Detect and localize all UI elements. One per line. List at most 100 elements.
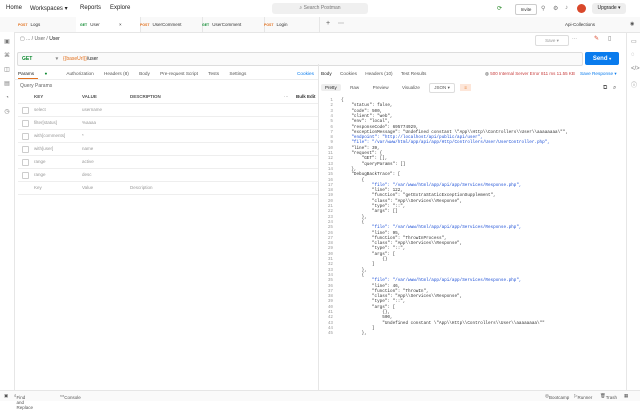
tab-response-cookies[interactable]: Cookies <box>340 71 357 76</box>
tab-response-body[interactable]: Body <box>321 71 332 76</box>
edit-icon[interactable]: ✎ <box>594 35 599 42</box>
trash-button[interactable]: 🗑 Trash <box>600 393 617 400</box>
gear-icon[interactable]: ⚙ <box>553 5 558 12</box>
history-icon[interactable]: ◷ <box>3 108 11 116</box>
grid-icon[interactable]: ▦ <box>624 393 628 399</box>
save-button[interactable]: Save ▾ <box>535 35 569 46</box>
pane-divider[interactable] <box>318 64 319 390</box>
tab-params[interactable]: Params ● <box>18 71 56 76</box>
info-icon[interactable]: ⓘ <box>631 80 637 89</box>
bell-icon[interactable]: ♪ <box>565 5 568 11</box>
tab-test-results[interactable]: Test Results <box>401 71 427 76</box>
save-response-button[interactable]: Save Response ▾ <box>580 71 617 77</box>
params-active-indicator <box>18 78 38 79</box>
nav-reports[interactable]: Reports <box>80 5 101 11</box>
method-select[interactable]: GET ▾ <box>22 56 58 62</box>
params-table: KEY VALUE DESCRIPTION ⋯ Bulk Edit select… <box>18 91 318 195</box>
add-tab-button[interactable]: + <box>326 20 330 27</box>
params-underline <box>14 79 318 80</box>
avatar[interactable] <box>577 4 586 13</box>
table-row: range active <box>18 156 318 169</box>
tab-headers[interactable]: Headers (8) <box>104 71 129 76</box>
request-icon: ▢ <box>20 36 25 42</box>
tab-tests[interactable]: Tests <box>208 71 219 76</box>
tab-logs[interactable]: POST Logs <box>14 17 81 32</box>
tab-body[interactable]: Body <box>139 71 150 76</box>
right-sidebar: ▭ ◌ </> ⓘ <box>626 32 640 390</box>
code-icon[interactable]: </> <box>631 66 640 72</box>
apis-icon[interactable]: ⌘ <box>3 52 11 60</box>
satellite-icon[interactable]: ⚲ <box>541 5 545 12</box>
tab-user[interactable]: GET User × <box>76 17 141 32</box>
tab-settings[interactable]: Settings <box>229 71 246 76</box>
nav-workspaces[interactable]: Workspaces ▾ <box>30 5 68 12</box>
param-checkbox[interactable] <box>22 146 29 153</box>
nav-home[interactable]: Home <box>6 5 22 11</box>
environment-select[interactable]: Api-Collections <box>565 22 595 27</box>
table-row-new: Key Value Description <box>18 182 318 195</box>
breadcrumb-current[interactable]: User <box>49 36 60 42</box>
copy-icon[interactable]: ⧉ <box>603 85 607 92</box>
param-checkbox[interactable] <box>22 159 29 166</box>
tab-response-headers[interactable]: Headers (10) <box>365 71 392 76</box>
search-icon: ⌕ <box>299 5 303 11</box>
documentation-icon[interactable]: ▭ <box>631 38 637 45</box>
bulk-edit-button[interactable]: Bulk Edit <box>296 91 316 103</box>
param-checkbox[interactable] <box>22 107 29 114</box>
tab-authorization[interactable]: Authorization <box>66 71 93 76</box>
bootcamp-button[interactable]: ◎ Bootcamp <box>545 393 569 400</box>
left-sidebar: ▣ ⌘ ◫ ▤ ◔ ◷ <box>0 32 15 390</box>
view-preview[interactable]: Preview <box>369 84 393 91</box>
view-pretty[interactable]: Pretty <box>321 84 341 91</box>
tab-pre-request-script[interactable]: Pre-request Script <box>160 71 198 76</box>
send-button[interactable]: Send ▾ <box>585 52 619 65</box>
tab-usercomment-post[interactable]: POST UserComment <box>136 17 203 32</box>
sync-icon[interactable]: ⟳ <box>497 5 502 12</box>
chevron-down-icon: ▾ <box>64 6 68 12</box>
console-button[interactable]: ▭ Console <box>60 393 81 400</box>
runner-button[interactable]: ▷ Runner <box>574 393 592 400</box>
comments-icon[interactable]: ◌ <box>631 52 635 58</box>
wrap-lines-icon[interactable]: ≡ <box>460 84 471 91</box>
nav-explore[interactable]: Explore <box>110 5 130 11</box>
collections-icon[interactable]: ▣ <box>3 38 11 46</box>
param-checkbox[interactable] <box>22 133 29 140</box>
response-tabs: Body Cookies Headers (10) Test Results <box>321 71 433 76</box>
tab-usercomment-get[interactable]: GET UserComment <box>198 17 265 32</box>
table-row: with[user] name <box>18 143 318 156</box>
more-tabs-icon[interactable]: ⋯ <box>338 20 344 27</box>
code-line: }, <box>341 331 367 337</box>
url-input[interactable]: {{baseUrl}}/user <box>63 56 98 62</box>
comment-icon[interactable]: ▯ <box>608 35 611 42</box>
param-checkbox[interactable] <box>22 172 29 179</box>
table-row: select username <box>18 104 318 117</box>
request-tabs-bar: POST Logs GET User × POST UserComment GET Us… <box>0 17 640 33</box>
url-bar: GET ▾ {{baseUrl}}/user <box>17 52 583 66</box>
upgrade-button[interactable]: Upgrade ▾ <box>592 3 626 14</box>
invite-button[interactable]: Invite <box>515 4 537 15</box>
cookies-link[interactable]: Cookies <box>297 71 314 76</box>
breadcrumb-folder[interactable]: User <box>34 36 45 42</box>
param-checkbox[interactable] <box>22 120 29 127</box>
response-status: ◍ 500 Internal Server Error 811 ms 11.55… <box>485 71 575 76</box>
view-raw[interactable]: Raw <box>346 84 363 91</box>
more-options-icon[interactable]: ⋯ <box>572 36 577 42</box>
format-select[interactable]: JSON ▾ <box>429 83 455 93</box>
mock-servers-icon[interactable]: ▤ <box>3 80 11 88</box>
tab-login[interactable]: POST Login <box>260 17 320 32</box>
breadcrumb: ▢ ... / User / User <box>20 36 60 42</box>
view-visualize[interactable]: Visualize <box>398 84 424 91</box>
table-row: filter[status] %aaaa <box>18 117 318 130</box>
search-response-icon[interactable]: ⌕ <box>613 85 616 92</box>
close-icon[interactable]: × <box>119 22 122 27</box>
search-input[interactable]: ⌕ Search Postman <box>272 3 368 14</box>
line-number: 45 <box>327 331 333 337</box>
environments-icon[interactable]: ◫ <box>3 66 11 74</box>
environment-eye-icon[interactable]: ◉ <box>630 21 634 27</box>
response-code-editor[interactable]: 1{2 "status": false, 3 "code": 500, 4 "cli… <box>321 98 621 390</box>
layout-icon[interactable]: ▣ <box>4 393 8 399</box>
more-icon[interactable]: ⋯ <box>284 91 289 103</box>
find-replace-button[interactable]: ⌕ Find and Replace <box>14 393 33 410</box>
table-row: range desc <box>18 169 318 182</box>
monitors-icon[interactable]: ◔ <box>3 94 11 102</box>
